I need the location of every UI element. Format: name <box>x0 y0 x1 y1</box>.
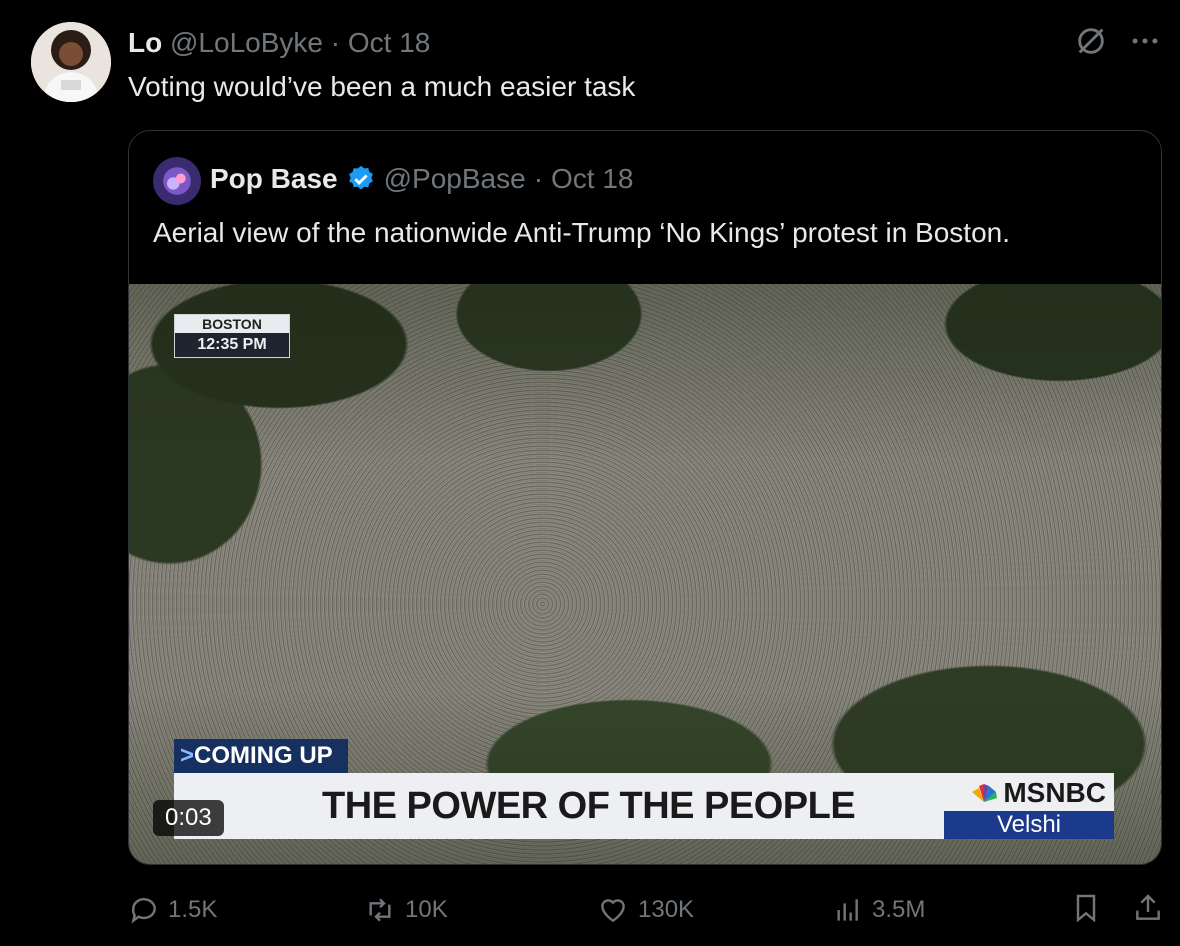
coming-up-banner: >COMING UP <box>174 739 348 773</box>
time-label: 12:35 PM <box>175 333 289 357</box>
popbase-logo-icon <box>167 173 186 190</box>
repost-count: 10K <box>405 896 448 923</box>
network-name: MSNBC <box>1003 777 1106 808</box>
peacock-icon <box>972 784 998 802</box>
right-actions <box>1070 890 1164 930</box>
like-button[interactable]: 130K <box>596 890 694 930</box>
network-brand: MSNBC Velshi <box>944 773 1114 839</box>
quoted-header: Pop Base @PopBase · Oct 18 <box>210 162 634 196</box>
action-bar: 1.5K 10K 130K 3.5M <box>128 890 1164 930</box>
verified-icon <box>346 164 376 194</box>
video-timer: 0:03 <box>153 800 224 836</box>
reply-count: 1.5K <box>168 896 218 923</box>
quoted-author-name[interactable]: Pop Base <box>210 162 338 196</box>
more-icon[interactable] <box>1128 24 1162 63</box>
repost-icon <box>369 898 391 922</box>
lower-third: THE POWER OF THE PEOPLE MSNBC Velshi <box>174 773 1114 839</box>
share-icon[interactable] <box>1132 891 1164 930</box>
top-icons <box>1074 24 1162 63</box>
video-player[interactable]: BOSTON 12:35 PM >COMING UP THE POWER OF … <box>129 284 1161 864</box>
tweet-text: Voting would’ve been a much easier task <box>128 71 636 102</box>
video-headline: THE POWER OF THE PEOPLE <box>322 785 856 827</box>
reply-icon <box>131 898 156 924</box>
views-count: 3.5M <box>872 896 926 923</box>
show-name: Velshi <box>944 811 1114 839</box>
quoted-avatar[interactable] <box>153 157 201 205</box>
tweet-header: Lo @LoLoByke · Oct 18 <box>128 26 430 60</box>
network-logo: MSNBC <box>969 777 1106 809</box>
reply-button[interactable]: 1.5K <box>128 890 217 930</box>
author-name[interactable]: Lo <box>128 27 162 58</box>
quoted-date[interactable]: Oct 18 <box>551 162 633 196</box>
quoted-tweet[interactable]: Pop Base @PopBase · Oct 18 Aerial view o… <box>128 130 1162 865</box>
quoted-author-handle[interactable]: @PopBase <box>384 162 526 196</box>
avatar[interactable] <box>31 22 111 102</box>
bookmark-icon[interactable] <box>1070 891 1102 930</box>
author-handle[interactable]: @LoLoByke <box>170 27 323 58</box>
views-button[interactable]: 3.5M <box>832 890 925 930</box>
avatar-image <box>31 22 111 102</box>
like-icon <box>601 899 625 923</box>
views-icon <box>837 899 858 921</box>
location-bug: BOSTON 12:35 PM <box>174 314 290 358</box>
coming-up-label: COMING UP <box>194 742 333 769</box>
like-count: 130K <box>638 896 695 923</box>
quoted-separator: · <box>533 163 544 194</box>
separator: · <box>330 27 341 58</box>
chevron-right-icon: > <box>180 742 195 769</box>
location-label: BOSTON <box>175 315 289 333</box>
grok-icon[interactable] <box>1074 24 1108 63</box>
quoted-text: Aerial view of the nationwide Anti-Trump… <box>153 217 1011 248</box>
tweet-date[interactable]: Oct 18 <box>348 27 430 58</box>
repost-button[interactable]: 10K <box>363 890 448 930</box>
